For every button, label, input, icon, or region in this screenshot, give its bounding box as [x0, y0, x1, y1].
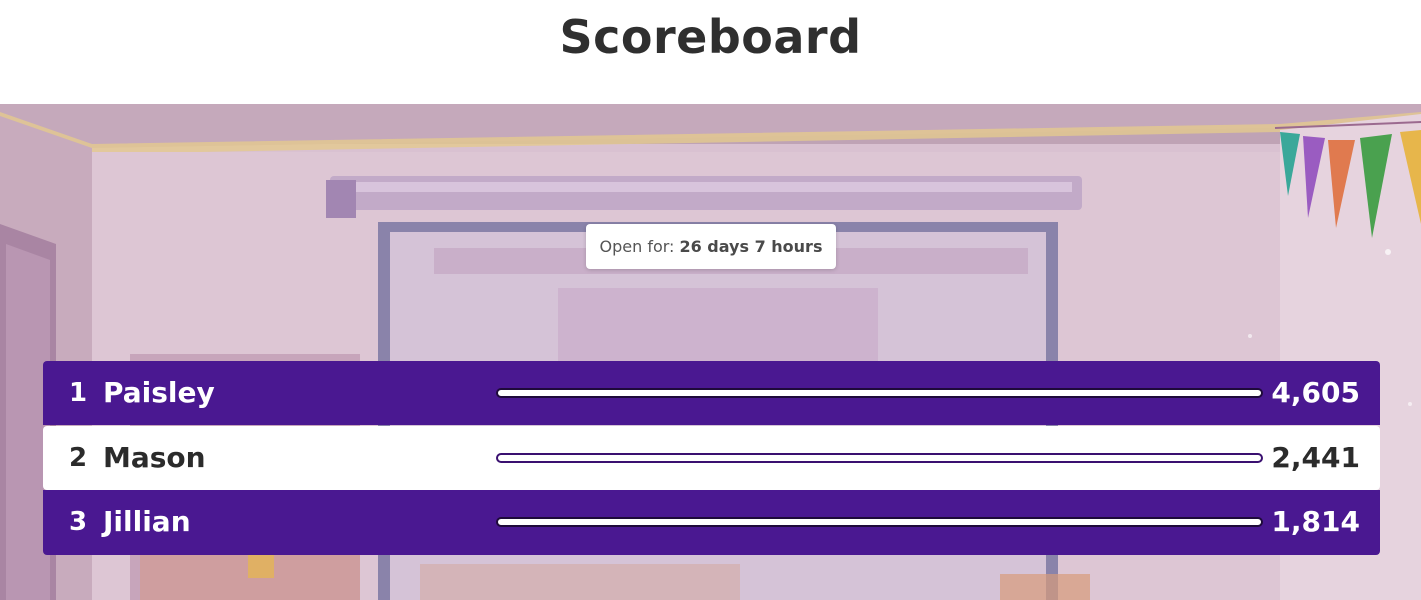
rank-number: 1: [68, 378, 88, 408]
player-score: 2,441: [1271, 441, 1360, 474]
player-score: 1,814: [1271, 505, 1360, 538]
player-name: Paisley: [103, 376, 215, 409]
timer-value: 26 days 7 hours: [679, 237, 823, 256]
open-timer: Open for: 26 days 7 hours: [586, 224, 836, 269]
score-bar: [496, 517, 1263, 527]
header: Scoreboard: [0, 0, 1421, 104]
page-title: Scoreboard: [559, 10, 862, 64]
timer-label: Open for:: [599, 237, 675, 256]
leaderboard-row: 2 Mason 2,441: [43, 426, 1380, 490]
player-score: 4,605: [1271, 376, 1360, 409]
leaderboard-row: 3 Jillian 1,814: [43, 490, 1380, 555]
score-bar-fill: [496, 453, 1263, 463]
score-bar-fill: [496, 517, 1263, 527]
leaderboard: 1 Paisley 4,605 2 Mason 2,441 3 Jillian …: [43, 361, 1380, 555]
player-name: Mason: [103, 441, 206, 474]
rank-number: 2: [68, 443, 88, 473]
score-bar-fill: [496, 388, 1263, 398]
score-bar: [496, 453, 1263, 463]
score-bar: [496, 388, 1263, 398]
rank-number: 3: [68, 507, 88, 537]
leaderboard-row: 1 Paisley 4,605: [43, 361, 1380, 425]
player-name: Jillian: [103, 505, 191, 538]
